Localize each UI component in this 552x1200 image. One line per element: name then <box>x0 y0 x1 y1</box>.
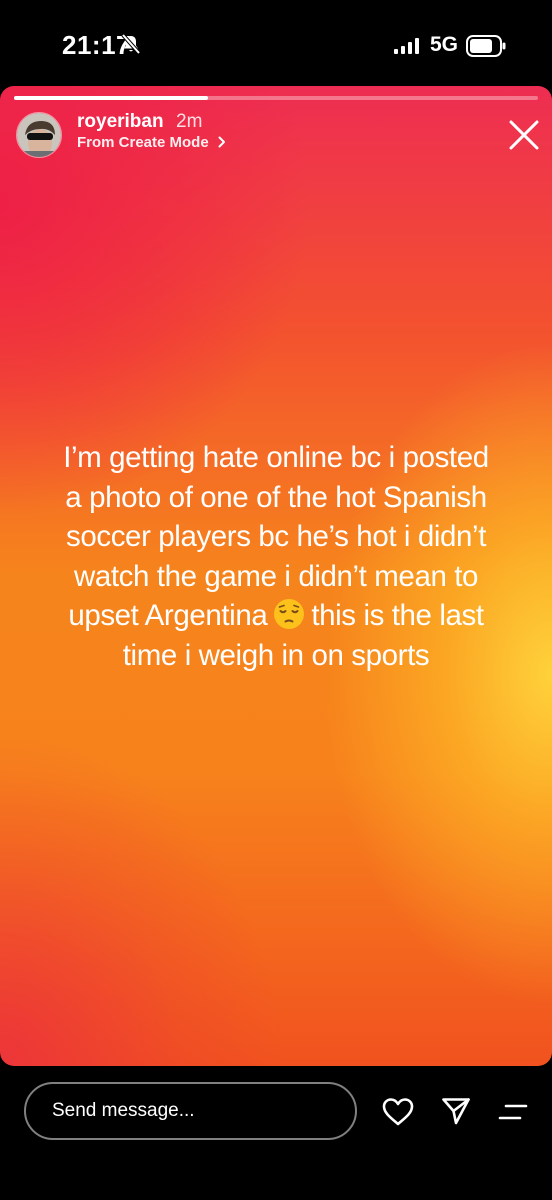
more-icon[interactable] <box>498 1102 528 1122</box>
home-indicator <box>0 1180 552 1200</box>
send-icon[interactable] <box>441 1096 471 1126</box>
chevron-right-icon <box>218 136 225 148</box>
story-text-line: soccer players bc he’s hot i didn’t <box>66 520 486 553</box>
story-text-segment: this is the last <box>311 599 484 632</box>
story-time-ago: 2m <box>176 111 203 132</box>
battery-icon <box>466 35 506 57</box>
close-icon[interactable] <box>505 116 543 154</box>
send-message-input[interactable] <box>24 1082 357 1140</box>
story-text-line: upset Argentina this is the last <box>30 596 522 636</box>
status-bar: 21:17 5G <box>0 0 552 86</box>
story-text-line: a photo of one of the hot Spanish <box>65 480 487 514</box>
signal-icon <box>394 38 419 54</box>
heart-icon[interactable] <box>381 1096 415 1128</box>
story-progress-bar <box>14 96 538 100</box>
story-text-segment: upset Argentina <box>68 599 268 632</box>
story-text-line: time i weigh in on sports <box>122 638 430 672</box>
avatar[interactable] <box>16 112 62 158</box>
network-label: 5G <box>430 33 459 56</box>
story-username[interactable]: royeriban <box>77 111 164 133</box>
story-text: I’m getting hate online bc i posted a ph… <box>30 438 522 675</box>
story-card[interactable]: royeriban 2m From Create Mode I’m gettin… <box>0 86 552 1066</box>
story-text-line: I’m getting hate online bc i posted <box>63 441 489 474</box>
bell-slash-icon <box>121 33 141 55</box>
create-mode-link[interactable]: From Create Mode <box>77 134 226 151</box>
story-text-line: watch the game i didn’t mean to <box>73 559 479 593</box>
story-progress-fill <box>14 96 208 100</box>
pensive-face-emoji <box>274 599 305 629</box>
create-mode-label: From Create Mode <box>77 134 209 151</box>
